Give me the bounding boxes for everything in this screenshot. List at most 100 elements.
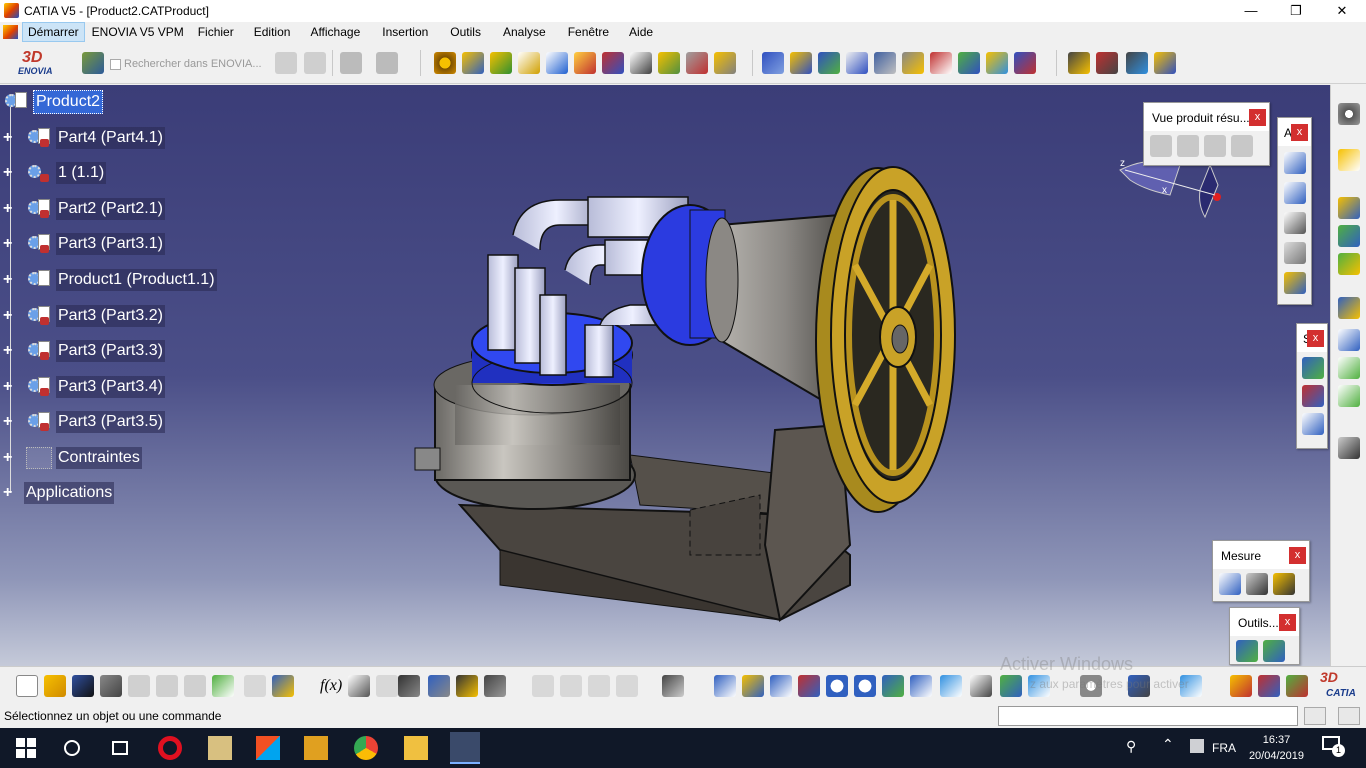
enovia-logo[interactable]: 3D ENOVIA xyxy=(18,49,70,79)
whats-this-icon[interactable] xyxy=(272,675,294,697)
status-button-2[interactable] xyxy=(1338,707,1360,725)
bill-of-material-icon[interactable] xyxy=(1338,357,1360,379)
expand-icon[interactable]: + xyxy=(3,484,16,500)
iso-view-icon[interactable] xyxy=(940,675,962,697)
tree-node-part3-3[interactable]: + Part3 (Part3.3) xyxy=(3,339,165,363)
tree-node-part2[interactable]: + Part2 (Part2.1) xyxy=(3,197,165,221)
3d-viewport[interactable]: Product2 + Part4 (Part4.1) + 1 (1.1) + P… xyxy=(0,85,1330,666)
tree-node-part3-1[interactable]: + Part3 (Part3.1) xyxy=(3,232,165,256)
compass-widget[interactable]: z x xyxy=(1110,155,1230,235)
flexible-subassembly-icon[interactable] xyxy=(958,52,980,74)
analysis-icon[interactable] xyxy=(1338,437,1360,459)
tree-node-part3-5[interactable]: + Part3 (Part3.5) xyxy=(3,410,165,434)
notification-icon[interactable]: 1 xyxy=(1322,736,1346,758)
status-button-1[interactable] xyxy=(1304,707,1326,725)
close-mesure-panel-button[interactable]: x xyxy=(1289,547,1306,564)
design-mode-icon[interactable] xyxy=(1338,197,1360,219)
fly-mode-icon[interactable] xyxy=(714,675,736,697)
open-folder-icon[interactable] xyxy=(44,675,66,697)
expand-icon[interactable]: + xyxy=(3,164,16,180)
change-constraint-icon[interactable] xyxy=(986,52,1008,74)
weld-icon[interactable] xyxy=(1284,242,1306,264)
menu-fenetre[interactable]: Fenêtre xyxy=(561,22,616,42)
expand-icon[interactable]: + xyxy=(3,129,16,145)
insert-part-icon[interactable] xyxy=(490,52,512,74)
measure-inertia-icon[interactable] xyxy=(1273,573,1295,595)
existing-component-icon[interactable] xyxy=(518,52,540,74)
cut-icon[interactable] xyxy=(128,675,150,697)
capture-icon[interactable] xyxy=(1284,272,1306,294)
update-icon[interactable] xyxy=(1236,640,1258,662)
angle-constraint-icon[interactable] xyxy=(846,52,868,74)
camera-icon[interactable] xyxy=(662,675,684,697)
load-icon[interactable] xyxy=(1338,253,1360,275)
text-annotation-icon[interactable] xyxy=(1284,152,1306,174)
zoom-out-icon[interactable] xyxy=(854,675,876,697)
contact-constraint-icon[interactable] xyxy=(790,52,812,74)
gear-icon[interactable] xyxy=(1338,103,1360,125)
new-document-icon[interactable] xyxy=(16,675,38,697)
tree-node-contraintes[interactable]: + Contraintes xyxy=(3,446,142,470)
menu-enovia[interactable]: ENOVIA V5 VPM xyxy=(85,22,191,42)
assembly-gear-icon[interactable] xyxy=(434,52,456,74)
search-enovia-label[interactable]: Rechercher dans ENOVIA... xyxy=(124,58,262,70)
reuse-pattern-icon[interactable] xyxy=(1014,52,1036,74)
expand-icon[interactable]: + xyxy=(3,413,16,429)
file-icon[interactable] xyxy=(208,736,232,760)
close-outils-panel-button[interactable]: x xyxy=(1279,614,1296,631)
measure-item-icon[interactable] xyxy=(1246,573,1268,595)
product-structure-icon[interactable] xyxy=(1338,297,1360,319)
lock-icon[interactable] xyxy=(456,675,478,697)
search-icon[interactable] xyxy=(60,736,84,760)
undo-icon[interactable] xyxy=(212,675,234,697)
save-icon[interactable] xyxy=(72,675,94,697)
menu-fichier[interactable]: Fichier xyxy=(191,22,241,42)
stop-manipulate-icon[interactable] xyxy=(1154,52,1176,74)
normal-view-icon[interactable] xyxy=(882,675,904,697)
expand-icon[interactable]: + xyxy=(3,449,16,465)
abc-annotation-icon[interactable] xyxy=(1284,182,1306,204)
comment-icon[interactable] xyxy=(348,675,370,697)
sectioning-icon[interactable] xyxy=(1302,385,1324,407)
tree-node-applications[interactable]: + Applications xyxy=(3,481,115,505)
enovia-tool-icon[interactable] xyxy=(82,52,104,74)
expand-icon[interactable]: + xyxy=(3,307,16,323)
rotate-icon[interactable] xyxy=(798,675,820,697)
graph-tree-icon[interactable] xyxy=(574,52,596,74)
snap-icon[interactable] xyxy=(1096,52,1118,74)
tools-palette-icon[interactable] xyxy=(1286,675,1308,697)
fast-multi-instantiation-icon[interactable] xyxy=(658,52,680,74)
multi-instantiation-icon[interactable] xyxy=(630,52,652,74)
render-style-icon[interactable] xyxy=(970,675,992,697)
command-input[interactable] xyxy=(998,706,1298,726)
tree-node-1[interactable]: + 1 (1.1) xyxy=(3,161,107,185)
expand-icon[interactable]: + xyxy=(3,235,16,251)
flag-note-icon[interactable] xyxy=(1284,212,1306,234)
task-view-icon[interactable] xyxy=(108,736,132,760)
paste-icon[interactable] xyxy=(184,675,206,697)
knowledge-icon[interactable] xyxy=(376,675,398,697)
apply-material-icon[interactable] xyxy=(1230,675,1252,697)
numbering-icon[interactable] xyxy=(602,52,624,74)
people-icon[interactable]: ⚲ xyxy=(1126,738,1136,755)
select-arrow-icon[interactable] xyxy=(1338,149,1360,171)
maximize-button[interactable]: ❐ xyxy=(1273,0,1319,22)
menu-aide[interactable]: Aide xyxy=(622,22,660,42)
measure-between-icon[interactable] xyxy=(1219,573,1241,595)
close-space-panel-button[interactable]: x xyxy=(1307,330,1324,347)
fit-all-icon[interactable] xyxy=(742,675,764,697)
media-player-icon[interactable] xyxy=(304,736,328,760)
macro-icon[interactable] xyxy=(484,675,506,697)
menu-edition[interactable]: Edition xyxy=(247,22,298,42)
generate-icon[interactable] xyxy=(1263,640,1285,662)
formula-button[interactable]: f(x) xyxy=(320,677,342,695)
explode-icon[interactable] xyxy=(1126,52,1148,74)
catia-taskbar-icon[interactable] xyxy=(450,732,480,764)
coincidence-constraint-icon[interactable] xyxy=(762,52,784,74)
menu-demarrer[interactable]: Démarrer xyxy=(22,22,85,42)
close-vue-panel-button[interactable]: x xyxy=(1249,109,1266,126)
multi-view-icon[interactable] xyxy=(910,675,932,697)
file-explorer-icon[interactable] xyxy=(404,736,428,760)
distance-icon[interactable] xyxy=(1302,413,1324,435)
windows-start-icon[interactable] xyxy=(14,736,38,760)
